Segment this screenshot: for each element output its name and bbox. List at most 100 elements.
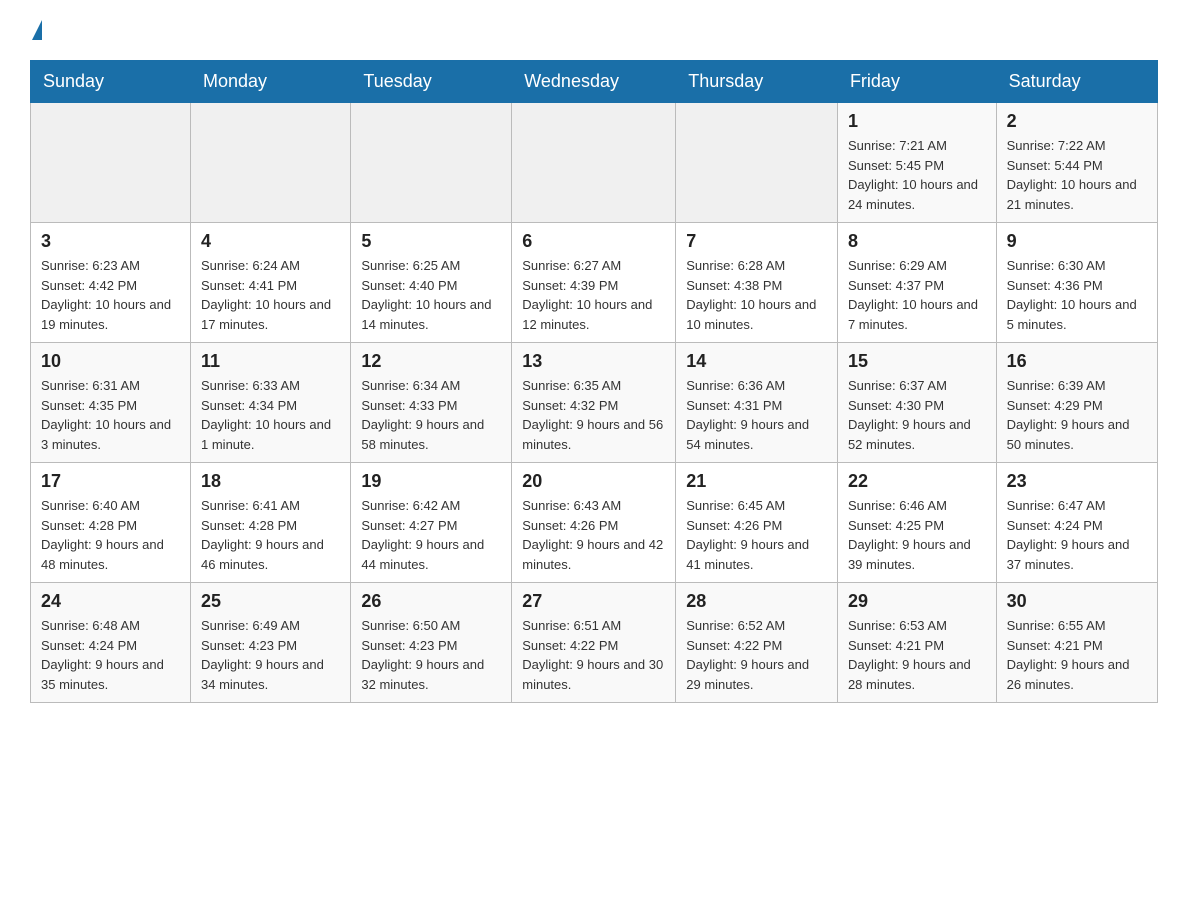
calendar-cell: 12 Sunrise: 6:34 AM Sunset: 4:33 PM Dayli… (351, 343, 512, 463)
day-number: 20 (522, 471, 665, 492)
calendar-cell: 17 Sunrise: 6:40 AM Sunset: 4:28 PM Dayli… (31, 463, 191, 583)
calendar-cell: 29Sunrise: 6:53 AM Sunset: 4:21 PM Dayli… (837, 583, 996, 703)
day-number: 27 (522, 591, 665, 612)
day-info: Sunrise: 6:49 AM Sunset: 4:23 PM Dayligh… (201, 616, 340, 694)
day-number: 30 (1007, 591, 1147, 612)
calendar-cell (351, 103, 512, 223)
calendar-cell: 5 Sunrise: 6:25 AM Sunset: 4:40 PM Daylig… (351, 223, 512, 343)
day-number: 17 (41, 471, 180, 492)
calendar-table: SundayMondayTuesdayWednesdayThursdayFrid… (30, 60, 1158, 703)
day-info: Sunrise: 7:21 AM Sunset: 5:45 PM Dayligh… (848, 136, 986, 214)
day-number: 6 (522, 231, 665, 252)
day-number: 5 (361, 231, 501, 252)
calendar-cell: 21 Sunrise: 6:45 AM Sunset: 4:26 PM Dayli… (676, 463, 838, 583)
day-info: Sunrise: 6:52 AM Sunset: 4:22 PM Dayligh… (686, 616, 827, 694)
day-info: Sunrise: 6:36 AM Sunset: 4:31 PM Dayligh… (686, 376, 827, 454)
calendar-week-2: 3 Sunrise: 6:23 AM Sunset: 4:42 PM Daylig… (31, 223, 1158, 343)
day-number: 21 (686, 471, 827, 492)
calendar-cell (512, 103, 676, 223)
day-info: Sunrise: 6:27 AM Sunset: 4:39 PM Dayligh… (522, 256, 665, 334)
calendar-cell: 11 Sunrise: 6:33 AM Sunset: 4:34 PM Dayli… (191, 343, 351, 463)
calendar-cell: 9 Sunrise: 6:30 AM Sunset: 4:36 PM Daylig… (996, 223, 1157, 343)
day-number: 22 (848, 471, 986, 492)
day-number: 24 (41, 591, 180, 612)
calendar-week-4: 17 Sunrise: 6:40 AM Sunset: 4:28 PM Dayli… (31, 463, 1158, 583)
day-number: 9 (1007, 231, 1147, 252)
calendar-cell: 18 Sunrise: 6:41 AM Sunset: 4:28 PM Dayli… (191, 463, 351, 583)
day-info: Sunrise: 6:31 AM Sunset: 4:35 PM Dayligh… (41, 376, 180, 454)
calendar-cell: 22 Sunrise: 6:46 AM Sunset: 4:25 PM Dayli… (837, 463, 996, 583)
day-number: 2 (1007, 111, 1147, 132)
logo (30, 20, 44, 40)
day-info: Sunrise: 6:30 AM Sunset: 4:36 PM Dayligh… (1007, 256, 1147, 334)
day-info: Sunrise: 6:46 AM Sunset: 4:25 PM Dayligh… (848, 496, 986, 574)
day-info: Sunrise: 6:39 AM Sunset: 4:29 PM Dayligh… (1007, 376, 1147, 454)
calendar-cell: 23Sunrise: 6:47 AM Sunset: 4:24 PM Dayli… (996, 463, 1157, 583)
calendar-header-friday: Friday (837, 61, 996, 103)
day-info: Sunrise: 6:23 AM Sunset: 4:42 PM Dayligh… (41, 256, 180, 334)
day-info: Sunrise: 6:45 AM Sunset: 4:26 PM Dayligh… (686, 496, 827, 574)
day-number: 19 (361, 471, 501, 492)
calendar-header-thursday: Thursday (676, 61, 838, 103)
calendar-cell: 8Sunrise: 6:29 AM Sunset: 4:37 PM Daylig… (837, 223, 996, 343)
day-number: 10 (41, 351, 180, 372)
day-info: Sunrise: 6:24 AM Sunset: 4:41 PM Dayligh… (201, 256, 340, 334)
day-number: 4 (201, 231, 340, 252)
day-number: 28 (686, 591, 827, 612)
calendar-week-3: 10 Sunrise: 6:31 AM Sunset: 4:35 PM Dayli… (31, 343, 1158, 463)
day-number: 18 (201, 471, 340, 492)
day-number: 12 (361, 351, 501, 372)
calendar-header-monday: Monday (191, 61, 351, 103)
day-info: Sunrise: 6:50 AM Sunset: 4:23 PM Dayligh… (361, 616, 501, 694)
calendar-cell: 15 Sunrise: 6:37 AM Sunset: 4:30 PM Dayli… (837, 343, 996, 463)
calendar-week-1: 1 Sunrise: 7:21 AM Sunset: 5:45 PM Daylig… (31, 103, 1158, 223)
day-info: Sunrise: 6:37 AM Sunset: 4:30 PM Dayligh… (848, 376, 986, 454)
calendar-cell (31, 103, 191, 223)
day-number: 15 (848, 351, 986, 372)
calendar-cell: 19Sunrise: 6:42 AM Sunset: 4:27 PM Dayli… (351, 463, 512, 583)
logo-triangle-icon (32, 20, 42, 40)
day-info: Sunrise: 6:55 AM Sunset: 4:21 PM Dayligh… (1007, 616, 1147, 694)
calendar-cell: 24 Sunrise: 6:48 AM Sunset: 4:24 PM Dayli… (31, 583, 191, 703)
day-info: Sunrise: 6:43 AM Sunset: 4:26 PM Dayligh… (522, 496, 665, 574)
day-number: 29 (848, 591, 986, 612)
day-info: Sunrise: 6:41 AM Sunset: 4:28 PM Dayligh… (201, 496, 340, 574)
day-number: 3 (41, 231, 180, 252)
day-info: Sunrise: 6:35 AM Sunset: 4:32 PM Dayligh… (522, 376, 665, 454)
calendar-header-sunday: Sunday (31, 61, 191, 103)
day-info: Sunrise: 6:40 AM Sunset: 4:28 PM Dayligh… (41, 496, 180, 574)
calendar-cell: 3 Sunrise: 6:23 AM Sunset: 4:42 PM Daylig… (31, 223, 191, 343)
day-info: Sunrise: 7:22 AM Sunset: 5:44 PM Dayligh… (1007, 136, 1147, 214)
day-number: 1 (848, 111, 986, 132)
calendar-cell: 4 Sunrise: 6:24 AM Sunset: 4:41 PM Daylig… (191, 223, 351, 343)
page-header (30, 20, 1158, 40)
calendar-header-saturday: Saturday (996, 61, 1157, 103)
calendar-cell: 7Sunrise: 6:28 AM Sunset: 4:38 PM Daylig… (676, 223, 838, 343)
day-info: Sunrise: 6:28 AM Sunset: 4:38 PM Dayligh… (686, 256, 827, 334)
day-info: Sunrise: 6:34 AM Sunset: 4:33 PM Dayligh… (361, 376, 501, 454)
day-info: Sunrise: 6:33 AM Sunset: 4:34 PM Dayligh… (201, 376, 340, 454)
calendar-cell: 2 Sunrise: 7:22 AM Sunset: 5:44 PM Daylig… (996, 103, 1157, 223)
calendar-cell: 28 Sunrise: 6:52 AM Sunset: 4:22 PM Dayli… (676, 583, 838, 703)
day-number: 23 (1007, 471, 1147, 492)
calendar-cell: 16 Sunrise: 6:39 AM Sunset: 4:29 PM Dayli… (996, 343, 1157, 463)
calendar-cell: 14Sunrise: 6:36 AM Sunset: 4:31 PM Dayli… (676, 343, 838, 463)
day-info: Sunrise: 6:25 AM Sunset: 4:40 PM Dayligh… (361, 256, 501, 334)
day-info: Sunrise: 6:51 AM Sunset: 4:22 PM Dayligh… (522, 616, 665, 694)
day-number: 11 (201, 351, 340, 372)
calendar-cell: 25Sunrise: 6:49 AM Sunset: 4:23 PM Dayli… (191, 583, 351, 703)
calendar-cell: 6 Sunrise: 6:27 AM Sunset: 4:39 PM Daylig… (512, 223, 676, 343)
day-info: Sunrise: 6:29 AM Sunset: 4:37 PM Dayligh… (848, 256, 986, 334)
day-number: 13 (522, 351, 665, 372)
calendar-cell (676, 103, 838, 223)
calendar-header-row: SundayMondayTuesdayWednesdayThursdayFrid… (31, 61, 1158, 103)
calendar-week-5: 24 Sunrise: 6:48 AM Sunset: 4:24 PM Dayli… (31, 583, 1158, 703)
day-number: 26 (361, 591, 501, 612)
calendar-cell: 27 Sunrise: 6:51 AM Sunset: 4:22 PM Dayli… (512, 583, 676, 703)
calendar-cell: 20 Sunrise: 6:43 AM Sunset: 4:26 PM Dayli… (512, 463, 676, 583)
day-number: 16 (1007, 351, 1147, 372)
calendar-cell: 30 Sunrise: 6:55 AM Sunset: 4:21 PM Dayli… (996, 583, 1157, 703)
day-info: Sunrise: 6:48 AM Sunset: 4:24 PM Dayligh… (41, 616, 180, 694)
calendar-cell: 10 Sunrise: 6:31 AM Sunset: 4:35 PM Dayli… (31, 343, 191, 463)
calendar-cell: 26 Sunrise: 6:50 AM Sunset: 4:23 PM Dayli… (351, 583, 512, 703)
